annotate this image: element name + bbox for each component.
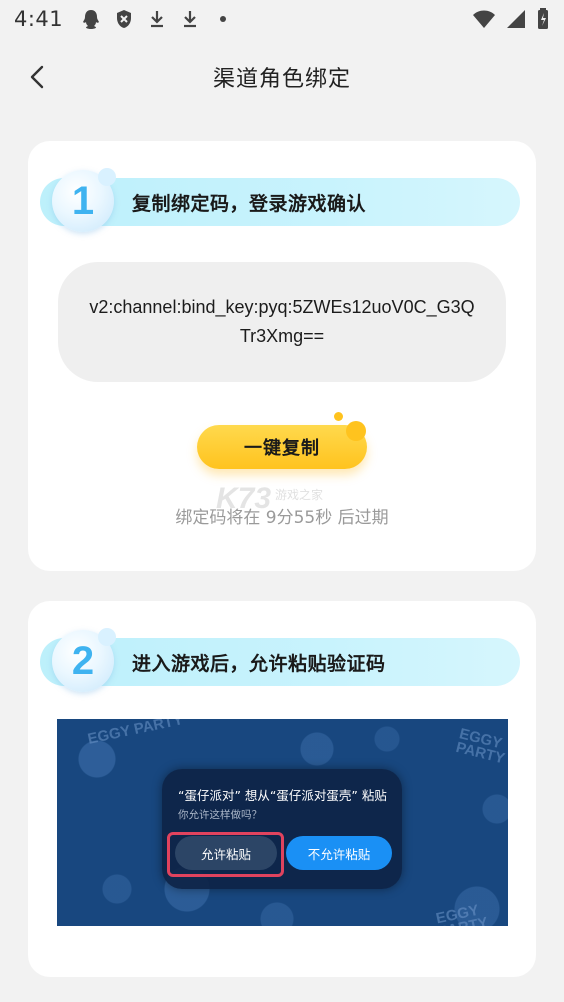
battery-icon xyxy=(536,8,550,29)
step1-number: 1 xyxy=(71,178,95,223)
watermark-text: 游戏之家 xyxy=(275,488,324,502)
step1-title: 复制绑定码，登录游戏确认 xyxy=(132,193,367,215)
download-icon xyxy=(180,9,200,29)
chevron-left-icon xyxy=(30,65,44,89)
step2-title: 进入游戏后，允许粘贴验证码 xyxy=(132,653,386,675)
status-time: 4:41 xyxy=(14,7,64,31)
copy-button[interactable]: 一键复制 xyxy=(197,425,367,469)
shield-x-icon xyxy=(114,9,134,29)
bind-key-box[interactable]: v2:channel:bind_key:pyq:5ZWEs12uoV0C_G3Q… xyxy=(58,262,506,382)
allow-highlight-box xyxy=(167,832,284,877)
signal-icon xyxy=(506,9,526,29)
dialog-title: “蛋仔派对” 想从“蛋仔派对蛋壳” 粘贴 xyxy=(178,788,387,803)
header: 渠道角色绑定 xyxy=(0,50,564,104)
deny-paste-label: 不允许粘贴 xyxy=(307,846,371,862)
status-notification-icons xyxy=(81,9,233,29)
decor-dot xyxy=(334,412,343,421)
download-icon xyxy=(147,9,167,29)
dialog-subtitle: 你允许这样做吗？ xyxy=(178,809,262,821)
decor-dot xyxy=(346,421,366,441)
status-bar: 4:41 xyxy=(0,0,564,38)
step1-badge: 1 xyxy=(52,168,116,232)
step2-number: 2 xyxy=(71,638,95,683)
wifi-icon xyxy=(472,9,496,29)
deny-paste-button[interactable]: 不允许粘贴 xyxy=(286,836,392,870)
qq-icon xyxy=(81,9,101,29)
step2-badge: 2 xyxy=(52,628,116,692)
page-title: 渠道角色绑定 xyxy=(212,67,351,92)
game-screenshot: EGGY PARTY EGGY PARTY EGGY PARTY “蛋仔派对” … xyxy=(57,719,508,926)
status-right xyxy=(472,8,550,29)
bind-key-text[interactable]: v2:channel:bind_key:pyq:5ZWEs12uoV0C_G3Q… xyxy=(84,293,480,351)
expire-text: 绑定码将在 9分55秒 后过期 xyxy=(175,508,389,528)
status-left: 4:41 xyxy=(14,7,233,31)
back-button[interactable] xyxy=(22,62,52,92)
dot-icon xyxy=(213,9,233,29)
copy-button-label: 一键复制 xyxy=(244,438,320,459)
